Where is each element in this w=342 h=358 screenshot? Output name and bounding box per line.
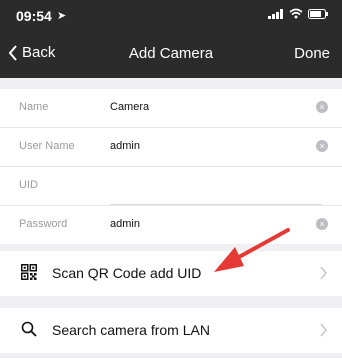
- clear-name-icon[interactable]: ×: [316, 101, 328, 113]
- wifi-icon: [289, 8, 303, 19]
- clear-username-icon[interactable]: ×: [316, 140, 328, 152]
- password-field[interactable]: admin: [110, 218, 140, 230]
- clear-password-icon[interactable]: ×: [316, 218, 328, 230]
- top-bar: 09:54 ➤ Back Add Camera Done: [0, 0, 342, 78]
- name-field[interactable]: Camera: [110, 101, 149, 113]
- username-field[interactable]: admin: [110, 140, 140, 152]
- location-icon: ➤: [57, 10, 67, 22]
- qr-code-icon: [21, 264, 37, 280]
- username-row: User Name admin ×: [0, 128, 342, 167]
- search-lan-row[interactable]: Search camera from LAN: [0, 308, 342, 353]
- uid-label: UID: [19, 179, 38, 191]
- signal-icon: [268, 8, 283, 19]
- search-icon: [21, 321, 37, 337]
- status-time: 09:54: [16, 8, 52, 24]
- password-label: Password: [19, 218, 68, 230]
- page-title: Add Camera: [128, 45, 214, 62]
- battery-icon: [308, 8, 328, 19]
- name-row: Name Camera ×: [0, 89, 342, 128]
- scan-qr-label: Scan QR Code add UID: [52, 265, 202, 281]
- chevron-right-icon: [320, 323, 328, 337]
- uid-row: UID: [0, 167, 342, 206]
- uid-underline: [110, 204, 322, 205]
- scan-qr-row[interactable]: Scan QR Code add UID: [0, 251, 342, 296]
- search-lan-label: Search camera from LAN: [52, 322, 210, 338]
- status-icons: [268, 8, 328, 19]
- camera-form: Name Camera × User Name admin × UID Pass…: [0, 89, 342, 244]
- username-label: User Name: [19, 140, 75, 152]
- password-row: Password admin ×: [0, 206, 342, 244]
- chevron-right-icon: [320, 266, 328, 280]
- name-label: Name: [19, 101, 49, 113]
- done-button[interactable]: Done: [294, 45, 330, 62]
